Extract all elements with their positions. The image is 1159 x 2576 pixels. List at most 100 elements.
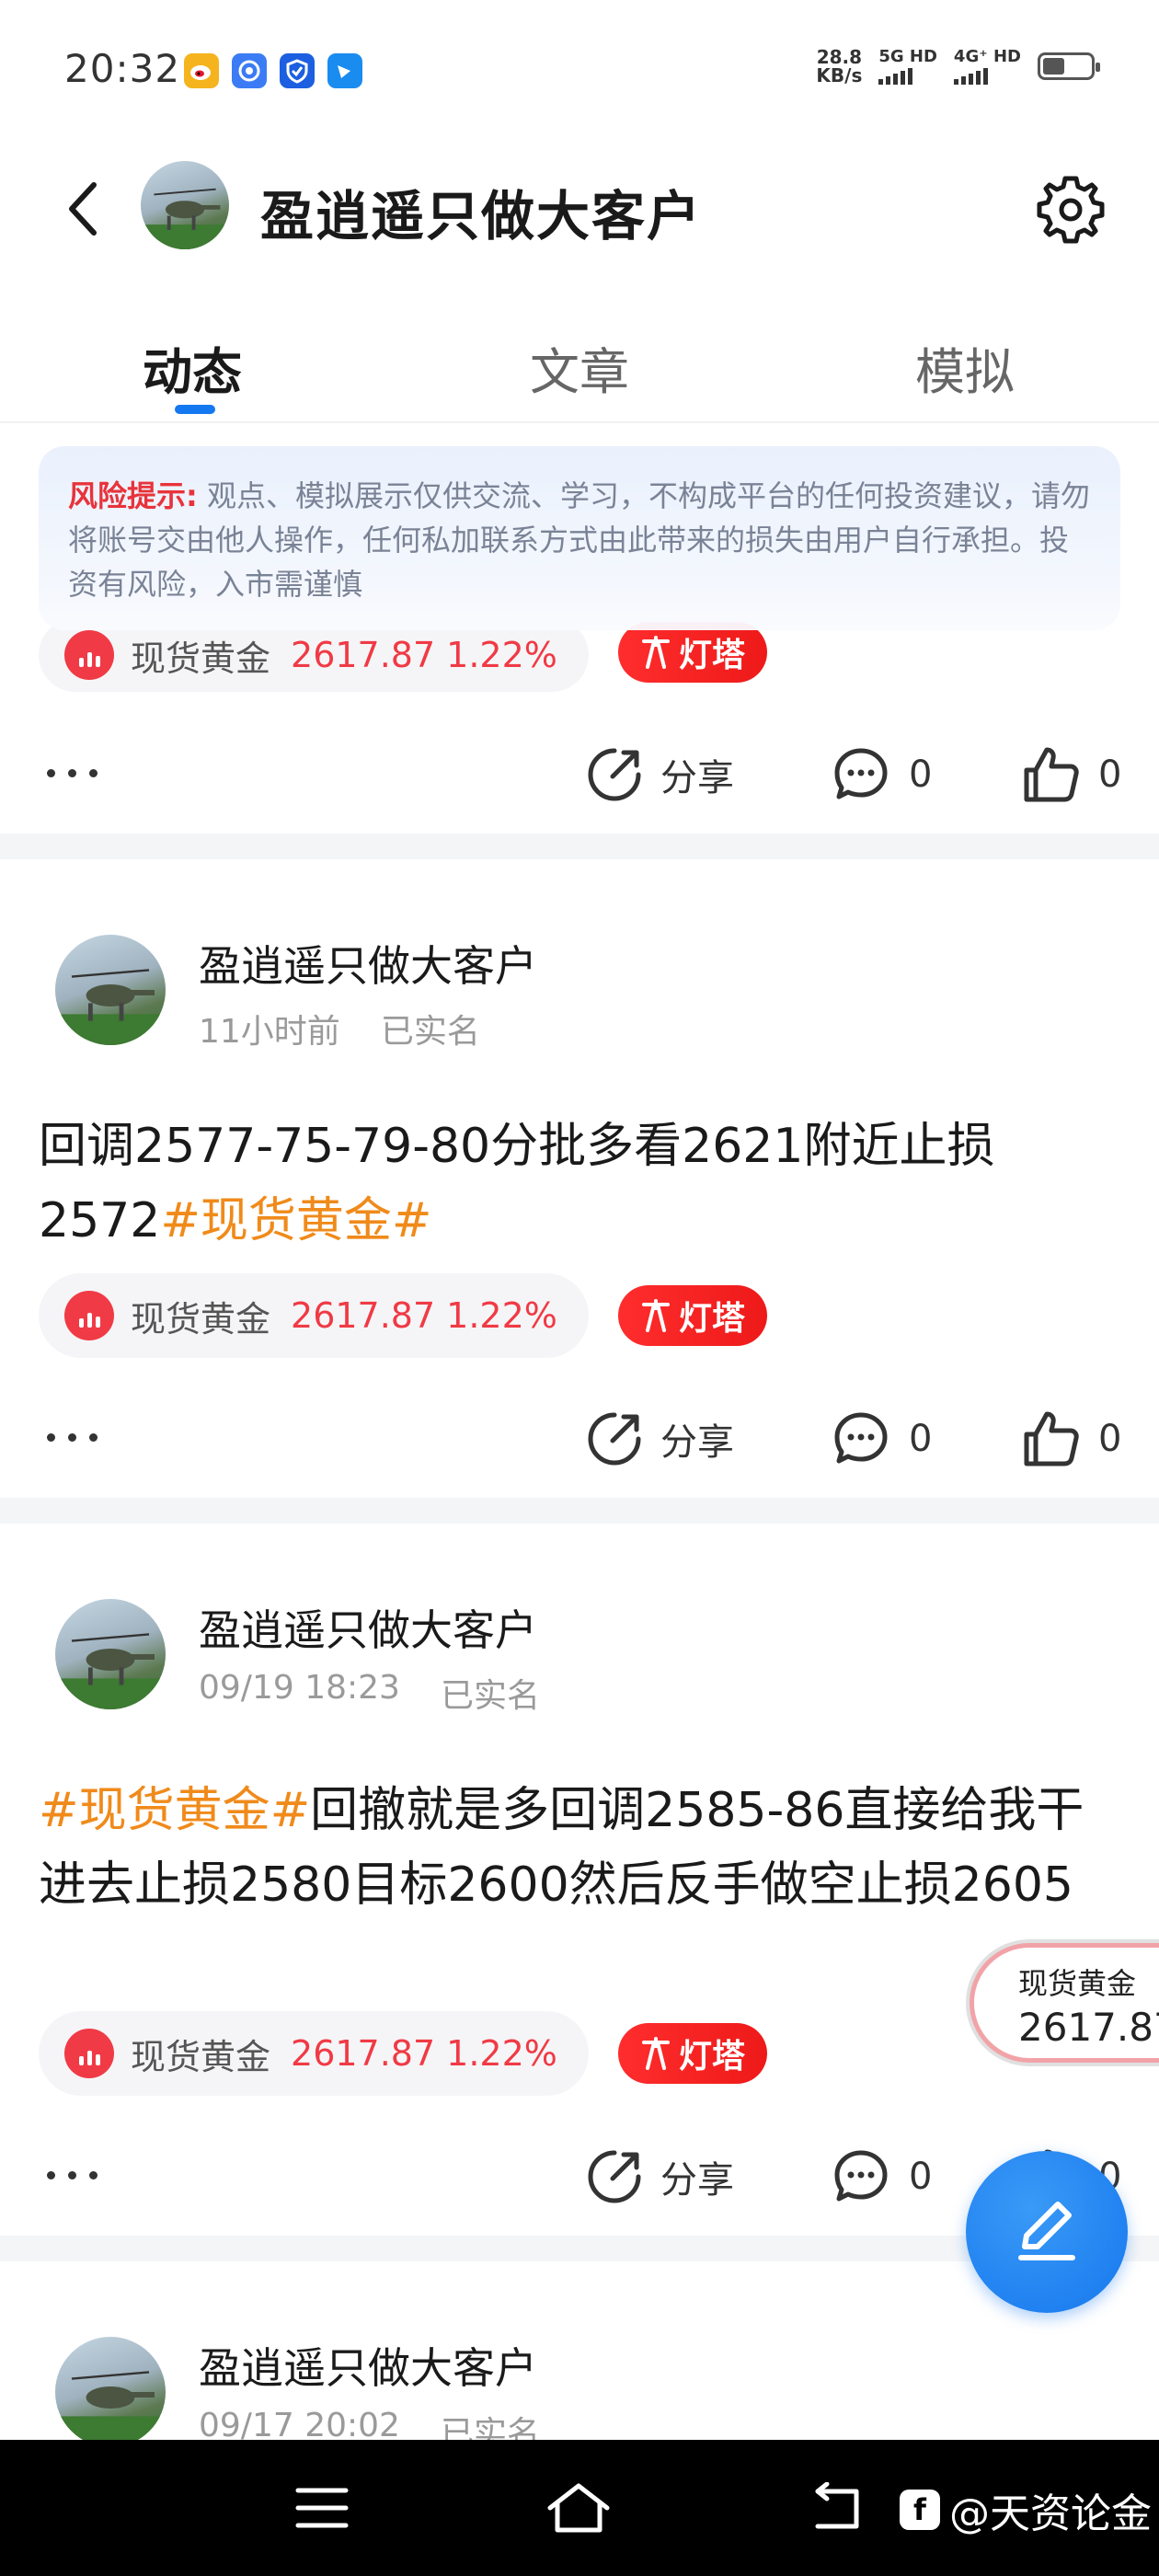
helicopter-image (55, 2371, 166, 2447)
author-name[interactable]: 盈逍遥只做大客户 (199, 933, 537, 994)
like-count: 0 (1098, 1418, 1122, 1460)
post-text[interactable]: #现货黄金#回撤就是多回调2585-86直接给我干进去止损2580目标2600然… (39, 1774, 1124, 1923)
lighthouse-badge[interactable]: 灯塔 (618, 1285, 767, 1346)
share-icon (588, 2150, 641, 2203)
chart-bars-icon (64, 2029, 114, 2078)
more-button[interactable] (35, 2138, 109, 2212)
like-count: 0 (1098, 753, 1122, 796)
quote-chip[interactable]: 现货黄金 2617.87 1.22% (39, 2011, 589, 2096)
lighthouse-icon (641, 636, 670, 669)
chevron-left-icon (69, 182, 97, 236)
chart-bars-icon (64, 630, 114, 680)
avatar[interactable] (55, 2337, 166, 2447)
weibo-icon (184, 53, 219, 88)
back-button[interactable] (55, 177, 110, 241)
quote-price: 2617.87 (291, 635, 436, 675)
status-bar: 20:32 28.8 KB/s 5G HD 4G⁺ HD (0, 0, 1159, 138)
weibo-logo-icon: f (900, 2490, 940, 2530)
share-label: 分享 (660, 1421, 734, 1464)
floating-quote-widget[interactable]: 现货黄金 2617.87 (970, 1943, 1159, 2063)
risk-notice-label: 风险提示: (68, 478, 198, 513)
watermark: f @天资论金 (900, 2480, 1152, 2539)
browser-icon (232, 53, 267, 88)
status-indicators: 28.8 KB/s 5G HD 4G⁺ HD (816, 46, 1100, 86)
lighthouse-label: 灯塔 (678, 637, 745, 674)
shield-icon (280, 53, 315, 88)
helicopter-image (55, 1633, 166, 1709)
post-meta: 11小时前 已实名 (199, 1005, 480, 1052)
comment-button[interactable]: 0 (832, 745, 932, 804)
comment-button[interactable]: 0 (832, 1409, 932, 1468)
comment-button[interactable]: 0 (832, 2147, 932, 2206)
battery-level (1043, 58, 1064, 75)
watermark-text: @天资论金 (949, 2490, 1152, 2537)
like-button[interactable]: 0 (1023, 745, 1121, 804)
nav-back-button[interactable] (797, 2471, 879, 2545)
signal-4g-label: 4G⁺ HD (953, 47, 1021, 66)
quote-name: 现货黄金 (131, 638, 271, 679)
quote-price: 2617.87 (291, 2033, 436, 2074)
signal-bars-icon (878, 68, 913, 85)
settings-button[interactable] (1034, 173, 1107, 247)
comment-count: 0 (909, 753, 933, 796)
like-button[interactable]: 0 (1023, 1409, 1121, 1468)
tab-articles[interactable]: 文章 (530, 331, 629, 404)
feed-divider (0, 1498, 1159, 1524)
speed-unit: KB/s (816, 64, 863, 86)
risk-notice-text: 观点、模拟展示仅供交流、学习，不构成平台的任何投资建议，请勿将账号交由他人操作，… (68, 478, 1090, 602)
more-button[interactable] (35, 1400, 109, 1474)
tab-simulation[interactable]: 模拟 (915, 331, 1015, 404)
post-actions: 分享 0 0 (0, 736, 1159, 810)
lighthouse-badge[interactable]: 灯塔 (618, 2023, 767, 2084)
nav-menu-button[interactable] (281, 2471, 363, 2545)
author-name[interactable]: 盈逍遥只做大客户 (199, 2335, 537, 2396)
avatar[interactable] (141, 161, 229, 249)
share-label: 分享 (660, 757, 734, 799)
page-title: 盈逍遥只做大客户 (260, 185, 703, 247)
signal-4g: 4G⁺ HD (953, 47, 1021, 85)
comment-icon (834, 748, 888, 799)
lighthouse-label: 灯塔 (678, 1300, 745, 1338)
share-button[interactable]: 分享 (585, 745, 734, 804)
comment-count: 0 (909, 2156, 933, 2198)
quote-name: 现货黄金 (131, 2036, 271, 2077)
avatar[interactable] (55, 1599, 166, 1709)
helicopter-image (141, 188, 229, 249)
thumbs-up-icon (1024, 1411, 1079, 1466)
signal-5g: 5G HD (878, 48, 937, 85)
profile-header: 盈逍遥只做大客户 (0, 138, 1159, 276)
pencil-icon (1018, 2202, 1075, 2260)
tab-active-indicator (175, 405, 215, 414)
lighthouse-icon (641, 2037, 670, 2070)
hashtag-link[interactable]: #现货黄金# (39, 1783, 310, 1838)
floating-quote-name: 现货黄金 (1018, 1966, 1137, 2001)
speed-value: 28.8 (816, 46, 863, 68)
quote-chip[interactable]: 现货黄金 2617.87 1.22% (39, 1273, 589, 1358)
compose-button[interactable] (966, 2151, 1128, 2313)
feishu-icon (327, 53, 362, 88)
verified-label: 已实名 (380, 1013, 480, 1051)
feed-divider (0, 834, 1159, 859)
more-button[interactable] (35, 736, 109, 810)
tab-dynamics[interactable]: 动态 (143, 331, 242, 404)
author-name[interactable]: 盈逍遥只做大客户 (199, 1597, 537, 1658)
tab-bar: 动态 文章 模拟 (0, 313, 1159, 423)
share-button[interactable]: 分享 (585, 1409, 734, 1468)
comment-icon (834, 1412, 888, 1464)
risk-notice: 风险提示: 观点、模拟展示仅供交流、学习，不构成平台的任何投资建议，请勿将账号交… (39, 446, 1120, 630)
status-app-icons (184, 53, 362, 88)
lighthouse-badge[interactable]: 灯塔 (618, 622, 767, 683)
signal-bars-icon (953, 68, 988, 85)
chart-bars-icon (64, 1291, 114, 1340)
nav-home-button[interactable] (537, 2471, 620, 2545)
post-text[interactable]: 回调2577-75-79-80分批多看2621附近止损2572#现货黄金# (39, 1110, 1124, 1259)
avatar[interactable] (55, 935, 166, 1045)
share-icon (588, 748, 641, 801)
lighthouse-icon (641, 1299, 670, 1332)
share-button[interactable]: 分享 (585, 2147, 734, 2206)
comment-icon (834, 2150, 888, 2202)
comment-count: 0 (909, 1418, 933, 1460)
quote-change: 1.22% (446, 2033, 557, 2074)
hashtag-link[interactable]: #现货黄金# (160, 1193, 431, 1248)
system-nav-bar: f @天资论金 (0, 2440, 1159, 2576)
